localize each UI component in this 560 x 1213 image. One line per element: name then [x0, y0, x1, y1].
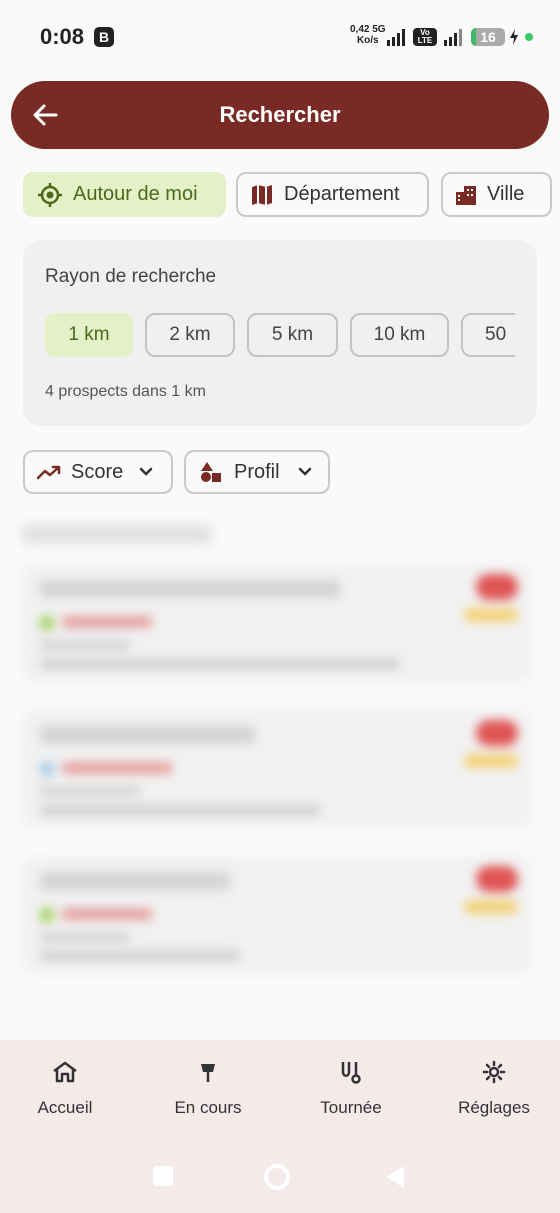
tab-label: Département — [284, 183, 400, 205]
tab-label: Autour de moi — [73, 183, 198, 205]
filter-label: Score — [71, 460, 124, 483]
signal-icon-2 — [444, 29, 462, 46]
list-item[interactable] — [22, 710, 532, 828]
charging-icon — [510, 29, 518, 45]
filter-profil[interactable]: Profil — [184, 450, 330, 494]
bottom-nav: Accueil En cours Tournée Réglages — [0, 1040, 560, 1213]
indicator-dot — [525, 33, 533, 41]
nav-tournee[interactable]: Tournée — [281, 1060, 421, 1118]
prospects-count: 4 prospects dans 1 km — [45, 383, 206, 400]
results-header — [22, 524, 212, 544]
chip-5km[interactable]: 5 km — [247, 313, 338, 357]
location-target-icon — [38, 182, 62, 207]
nav-label: Réglages — [458, 1098, 530, 1117]
gear-icon — [482, 1060, 506, 1084]
filter-label: Profil — [234, 460, 280, 483]
home-button[interactable] — [263, 1163, 291, 1191]
radius-title: Rayon de recherche — [45, 266, 217, 287]
signal-icon — [387, 29, 405, 46]
tab-autour-de-moi[interactable]: Autour de moi — [23, 172, 226, 217]
app-header: Rechercher — [11, 81, 549, 149]
clock: 0:08 — [40, 24, 85, 49]
pin-icon — [201, 1064, 215, 1082]
nav-label: Accueil — [37, 1098, 93, 1117]
city-icon — [456, 185, 476, 205]
tab-departement[interactable]: Département — [236, 172, 429, 217]
chevron-down-icon — [298, 467, 311, 476]
chip-1km[interactable]: 1 km — [45, 313, 133, 357]
radius-chips: 1 km 2 km 5 km 10 km 50 — [45, 313, 515, 359]
tab-label: Ville — [487, 183, 525, 205]
list-item[interactable] — [22, 856, 532, 974]
results-list — [0, 512, 560, 1032]
list-item[interactable] — [22, 564, 532, 682]
nav-accueil[interactable]: Accueil — [0, 1060, 135, 1118]
filter-score[interactable]: Score — [23, 450, 173, 494]
net-speed: 0,42 5G Ko/s — [350, 24, 386, 46]
shapes-icon — [201, 462, 221, 482]
nav-reglages[interactable]: Réglages — [424, 1060, 560, 1118]
notification-badge: B — [94, 27, 114, 47]
chevron-down-icon — [140, 467, 153, 476]
chip-2km[interactable]: 2 km — [145, 313, 235, 357]
page-title: Rechercher — [219, 102, 341, 127]
chip-10km[interactable]: 10 km — [350, 313, 449, 357]
status-bar: 0:08 B 0,42 5G Ko/s Vo LTE 16 — [0, 0, 560, 75]
battery-icon: 16 — [471, 28, 505, 46]
volte-icon: Vo LTE — [413, 28, 437, 46]
back-button[interactable] — [384, 1165, 406, 1189]
nav-label: En cours — [174, 1098, 242, 1117]
recent-apps-button[interactable] — [152, 1165, 174, 1187]
home-icon — [53, 1061, 77, 1083]
route-icon — [341, 1062, 361, 1084]
radius-card: Rayon de recherche 1 km 2 km 5 km 10 km … — [23, 240, 537, 426]
map-icon — [252, 184, 272, 205]
tab-ville[interactable]: Ville — [441, 172, 552, 217]
trending-up-icon — [37, 465, 61, 480]
nav-en-cours[interactable]: En cours — [138, 1060, 278, 1118]
chip-50km[interactable]: 50 — [461, 313, 515, 357]
nav-label: Tournée — [320, 1098, 382, 1117]
